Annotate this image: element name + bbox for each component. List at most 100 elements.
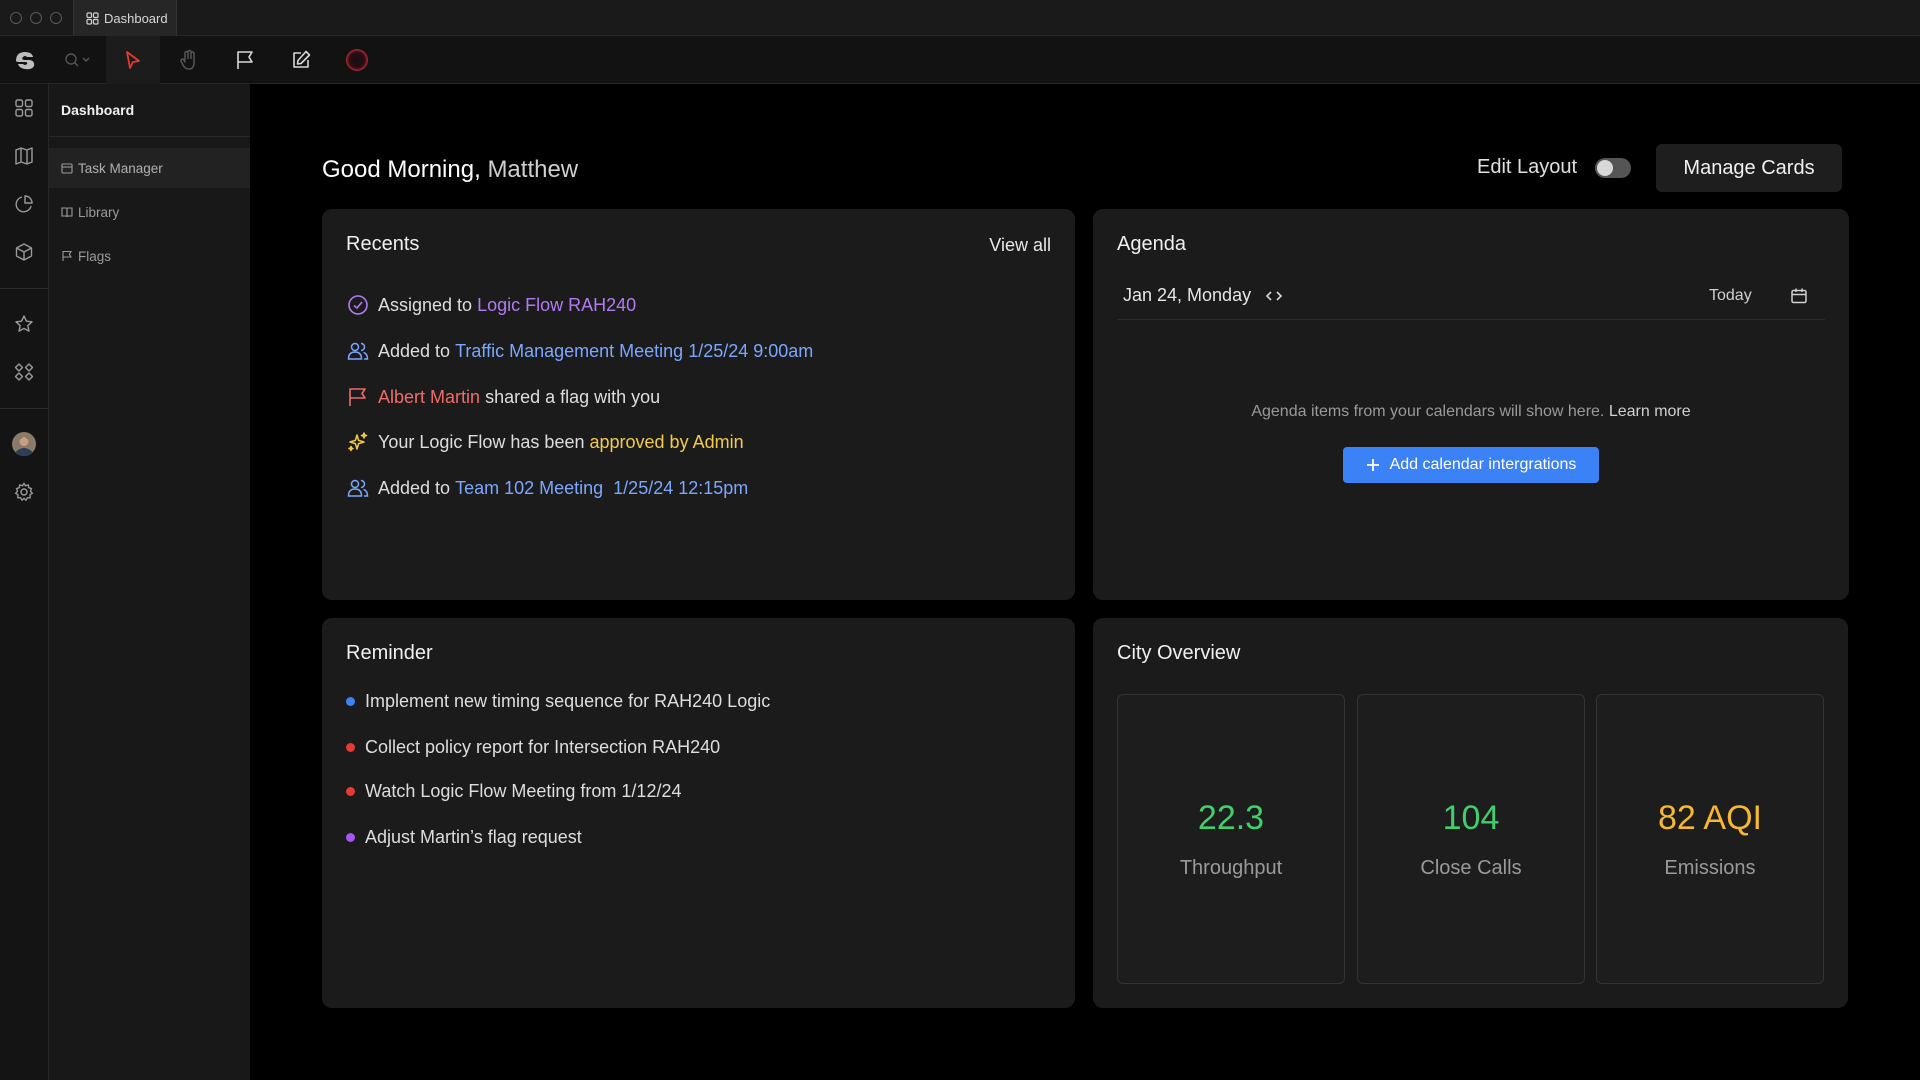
reminder-text: Adjust Martin’s flag request [365, 826, 582, 847]
title-bar: Dashboard [0, 0, 1920, 36]
stat-value: 82 AQI [1658, 799, 1762, 837]
sidebar-item-label: Flags [78, 248, 112, 264]
list-item[interactable]: Adjust Martin’s flag request [346, 824, 582, 850]
city-overview-title: City Overview [1117, 642, 1241, 664]
edit-tool-button[interactable] [284, 36, 318, 84]
zoom-icon [65, 53, 90, 67]
star-icon [15, 315, 33, 332]
gear-icon [14, 482, 34, 502]
stat-label: Throughput [1179, 857, 1283, 879]
rail-settings-button[interactable] [12, 480, 36, 504]
list-item[interactable]: Collect policy report for Intersection R… [346, 734, 720, 760]
status-dot [346, 786, 355, 796]
view-all-link[interactable]: View all [989, 235, 1051, 256]
stat-value: 104 [1442, 799, 1500, 837]
window-minimize-button[interactable] [30, 12, 42, 24]
rail-integrations-button[interactable] [12, 360, 36, 384]
add-calendar-integrations-button[interactable]: Add calendar intergrations [1343, 447, 1599, 483]
rail-packages-button[interactable] [12, 240, 36, 264]
book-icon [61, 207, 73, 218]
rail-map-button[interactable] [12, 144, 36, 168]
rail-analytics-button[interactable] [12, 192, 36, 216]
pie-chart-icon [15, 195, 33, 213]
side-nav: Dashboard Task Manager Library Flags [49, 84, 250, 1080]
cursor-icon [126, 51, 140, 69]
sidebar-item-library[interactable]: Library [49, 192, 250, 232]
calendar-icon[interactable] [1790, 287, 1808, 310]
grid-icon [15, 99, 33, 117]
agenda-date-label: Jan 24, Monday [1123, 285, 1252, 305]
recent-text: Your Logic Flow has been [378, 431, 585, 452]
list-item: Added to Team 102 Meeting 1/25/24 12:15p… [346, 474, 748, 502]
sparkles-icon [346, 430, 370, 454]
map-icon [15, 147, 33, 165]
window-maximize-button[interactable] [50, 12, 62, 24]
recent-text: shared a flag with you [485, 386, 661, 407]
greeting-text: Good Morning, [322, 156, 481, 183]
zoom-tool-button[interactable] [58, 36, 98, 84]
users-icon [346, 339, 370, 363]
recent-text: Added to [378, 340, 451, 361]
list-item[interactable]: Implement new timing sequence for RAH240… [346, 688, 770, 714]
sidenav-title: Dashboard [61, 102, 135, 118]
agenda-empty-text: Agenda items from your calendars will sh… [1251, 403, 1605, 420]
edit-layout-toggle[interactable] [1595, 158, 1631, 178]
stat-close-calls[interactable]: 104 Close Calls [1357, 694, 1585, 984]
sidebar-item-flags[interactable]: Flags [49, 236, 250, 276]
app-logo[interactable] [8, 36, 42, 84]
window-close-button[interactable] [10, 12, 22, 24]
flag-tool-button[interactable] [228, 36, 262, 84]
agenda-date: Jan 24, Monday [1123, 285, 1283, 306]
stat-emissions[interactable]: 82 AQI Emissions [1596, 694, 1824, 984]
logo-icon [16, 52, 35, 70]
users-icon [346, 476, 370, 500]
manage-cards-button[interactable]: Manage Cards [1656, 144, 1842, 192]
tab-dashboard[interactable]: Dashboard [73, 0, 177, 36]
stat-label: Close Calls [1420, 857, 1522, 879]
agenda-title: Agenda [1117, 233, 1186, 255]
agenda-empty-state: Agenda items from your calendars will sh… [1093, 403, 1849, 421]
rail-favorites-button[interactable] [12, 312, 36, 336]
recent-link[interactable]: Logic Flow RAH240 [477, 295, 636, 316]
recent-link[interactable]: approved by Admin [590, 432, 744, 453]
page-title: Good Morning, Matthew [322, 156, 578, 184]
stat-value: 22.3 [1197, 799, 1265, 837]
list-item[interactable]: Watch Logic Flow Meeting from 1/12/24 [346, 778, 681, 804]
recent-link[interactable]: Albert Martin [378, 387, 480, 408]
reminder-title: Reminder [346, 642, 433, 664]
select-tool-button[interactable] [106, 36, 160, 84]
recents-card: Recents View all Assigned to Logic Flow … [322, 209, 1075, 600]
code-icon[interactable] [1265, 289, 1283, 303]
sidenav-divider [49, 136, 250, 137]
list-item: Added to Traffic Management Meeting 1/25… [346, 337, 813, 365]
edit-icon [293, 50, 311, 68]
sidebar-item-task-manager[interactable]: Task Manager [49, 148, 250, 188]
agenda-divider [1117, 319, 1825, 320]
recent-link[interactable]: Traffic Management Meeting 1/25/24 9:00a… [455, 341, 813, 362]
avatar [12, 432, 36, 456]
learn-more-link[interactable]: Learn more [1609, 403, 1691, 420]
list-item: Assigned to Logic Flow RAH240 [346, 291, 636, 319]
sidebar-item-label: Library [78, 204, 120, 220]
reminder-card: Reminder Implement new timing sequence f… [322, 618, 1075, 1008]
calendar-icon [61, 163, 73, 174]
recent-link[interactable]: Team 102 Meeting 1/25/24 12:15pm [455, 478, 748, 499]
recent-text: Added to [378, 477, 451, 498]
toolbar [0, 36, 1920, 84]
toggle-knob [1597, 160, 1613, 176]
pan-tool-button[interactable] [172, 36, 206, 84]
record-button[interactable] [340, 36, 374, 84]
today-button[interactable]: Today [1709, 287, 1752, 305]
city-overview-card: City Overview 22.3 Throughput 104 Close … [1093, 618, 1848, 1008]
rail-dashboard-button[interactable] [12, 96, 36, 120]
check-circle-icon [346, 293, 370, 317]
cube-icon [15, 243, 33, 261]
stat-throughput[interactable]: 22.3 Throughput [1117, 694, 1345, 984]
edit-layout-label: Edit Layout [1477, 156, 1578, 178]
status-dot [346, 832, 355, 842]
add-calendar-label: Add calendar intergrations [1389, 456, 1577, 473]
status-dot [346, 696, 355, 706]
rail-divider [0, 408, 48, 409]
rail-profile-button[interactable] [12, 432, 36, 456]
agenda-card: Agenda Jan 24, Monday Today Agenda items… [1093, 209, 1849, 600]
